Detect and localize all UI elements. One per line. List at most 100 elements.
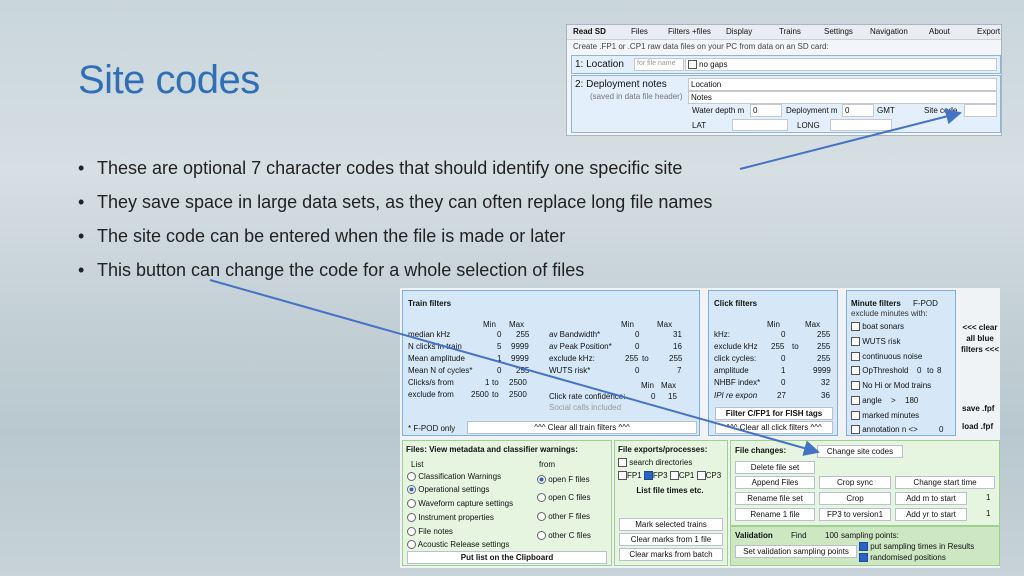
lat-input[interactable]	[732, 119, 788, 131]
cp1-checkbox[interactable]	[669, 471, 679, 481]
open-f-files-radio[interactable]	[537, 475, 546, 485]
rename-1-file-button[interactable]: Rename 1 file	[735, 508, 815, 521]
change-start-time-button[interactable]: Change start time	[895, 476, 995, 489]
classification-warnings-radio[interactable]	[407, 472, 416, 482]
clear-marks-batch-button[interactable]: Clear marks from batch	[619, 548, 723, 561]
annotation-value[interactable]: 0	[939, 425, 943, 434]
load-fpf-button[interactable]: load .fpf	[962, 422, 993, 431]
crop-button[interactable]: Crop	[819, 492, 891, 505]
opthreshold-max[interactable]: 8	[937, 366, 941, 375]
find-value[interactable]: 100	[825, 531, 838, 540]
waveform-capture-radio[interactable]	[407, 499, 416, 509]
train-row-max[interactable]: 255	[516, 330, 529, 339]
set-validation-points-button[interactable]: Set validation sampling points	[735, 545, 857, 558]
site-code-input[interactable]	[964, 104, 997, 117]
train-row-min[interactable]: 2500	[471, 390, 489, 399]
file-notes-radio[interactable]	[407, 527, 416, 537]
notes-input[interactable]: Notes	[688, 91, 997, 104]
click-row-min[interactable]: 0	[781, 378, 785, 387]
menu-export[interactable]: Export	[977, 27, 1000, 36]
add-yr-to-start-button[interactable]: Add yr to start	[895, 508, 967, 521]
mark-selected-trains-button[interactable]: Mark selected trains	[619, 518, 723, 531]
acoustic-release-radio[interactable]	[407, 540, 416, 550]
train-row-min[interactable]: 0	[497, 366, 501, 375]
angle-checkbox[interactable]	[851, 396, 860, 406]
location-input[interactable]: for file name	[634, 58, 684, 71]
wuts-risk-checkbox[interactable]	[851, 337, 860, 347]
no-hi-mod-checkbox[interactable]	[851, 381, 860, 391]
randomised-positions-checkbox[interactable]	[859, 553, 868, 563]
click-row-min[interactable]: 0	[781, 330, 785, 339]
train-row-max[interactable]: 255	[516, 366, 529, 375]
clear-click-filters-button[interactable]: ^^^ Clear all click filters ^^^	[715, 421, 833, 434]
deployment-m-input[interactable]: 0	[842, 104, 874, 117]
click-row-max[interactable]: 36	[821, 391, 830, 400]
filter-fish-tags-button[interactable]: Filter C/FP1 for FISH tags	[715, 407, 833, 420]
delete-file-set-button[interactable]: Delete file set	[735, 461, 815, 474]
instrument-properties-radio[interactable]	[407, 513, 416, 523]
train-row-min[interactable]: 0	[497, 330, 501, 339]
location-notes-input[interactable]: Location	[688, 78, 997, 91]
other-f-files-radio[interactable]	[537, 512, 546, 522]
click-row-max[interactable]: 255	[817, 342, 830, 351]
menu-filters-files[interactable]: Filters +files	[668, 27, 711, 36]
train-row-min[interactable]: 255	[625, 354, 638, 363]
train-row-min[interactable]: 1	[497, 354, 501, 363]
click-row-max[interactable]: 9999	[813, 366, 831, 375]
water-depth-input[interactable]: 0	[750, 104, 782, 117]
conf-min-value[interactable]: 0	[651, 392, 655, 401]
list-file-times-button[interactable]: List file times etc.	[619, 485, 721, 496]
no-gaps-checkbox[interactable]	[688, 60, 697, 69]
clear-marks-1-file-button[interactable]: Clear marks from 1 file	[619, 533, 723, 546]
menu-navigation[interactable]: Navigation	[870, 27, 908, 36]
add-m-to-start-button[interactable]: Add m to start	[895, 492, 967, 505]
train-row-max[interactable]: 9999	[511, 354, 529, 363]
fp3-checkbox[interactable]	[643, 471, 653, 481]
opthreshold-min[interactable]: 0	[917, 366, 921, 375]
boat-sonars-checkbox[interactable]	[851, 322, 860, 332]
menu-trains[interactable]: Trains	[779, 27, 801, 36]
fp3-to-version1-button[interactable]: FP3 to version1	[819, 508, 891, 521]
click-row-min[interactable]: 1	[781, 366, 785, 375]
cp3-checkbox[interactable]	[696, 471, 706, 481]
click-row-min[interactable]: 0	[781, 354, 785, 363]
put-list-clipboard-button[interactable]: Put list on the Clipboard	[407, 551, 607, 564]
train-row-min[interactable]: 0	[635, 366, 639, 375]
train-row-max[interactable]: 7	[677, 366, 681, 375]
location-extra-input[interactable]: no gaps	[685, 58, 997, 71]
train-row-max[interactable]: 31	[673, 330, 682, 339]
train-row-min[interactable]: 0	[635, 342, 639, 351]
click-row-max[interactable]: 32	[821, 378, 830, 387]
annotation-checkbox[interactable]	[851, 425, 860, 435]
other-c-files-radio[interactable]	[537, 531, 546, 541]
click-row-max[interactable]: 255	[817, 330, 830, 339]
menu-read-sd[interactable]: Read SD	[573, 27, 606, 36]
crop-sync-button[interactable]: Crop sync	[819, 476, 891, 489]
train-row-max[interactable]: 9999	[511, 342, 529, 351]
train-row-max[interactable]: 255	[669, 354, 682, 363]
click-row-min[interactable]: 27	[777, 391, 786, 400]
menu-display[interactable]: Display	[726, 27, 752, 36]
append-files-button[interactable]: Append Files	[735, 476, 815, 489]
train-row-min[interactable]: 0	[635, 330, 639, 339]
open-c-files-radio[interactable]	[537, 493, 546, 503]
clear-train-filters-button[interactable]: ^^^ Clear all train filters ^^^	[467, 421, 697, 434]
opthreshold-checkbox[interactable]	[851, 366, 860, 376]
save-fpf-button[interactable]: save .fpf	[962, 404, 994, 413]
click-row-max[interactable]: 255	[817, 354, 830, 363]
menu-settings[interactable]: Settings	[824, 27, 853, 36]
menu-about[interactable]: About	[929, 27, 950, 36]
fp1-checkbox[interactable]	[618, 471, 627, 481]
rename-file-set-button[interactable]: Rename file set	[735, 492, 815, 505]
angle-value[interactable]: 180	[905, 396, 918, 405]
train-row-max[interactable]: 2500	[509, 390, 527, 399]
clear-all-blue-filters-button[interactable]: <<< clear all blue filters <<<	[960, 322, 1000, 355]
click-row-min[interactable]: 255	[771, 342, 784, 351]
menu-files[interactable]: Files	[631, 27, 648, 36]
search-directories-checkbox[interactable]	[618, 458, 627, 468]
train-row-max[interactable]: 2500	[509, 378, 527, 387]
continuous-noise-checkbox[interactable]	[851, 352, 860, 362]
marked-minutes-checkbox[interactable]	[851, 411, 860, 421]
change-site-codes-button[interactable]: Change site codes	[817, 445, 903, 458]
long-input[interactable]	[830, 119, 892, 131]
